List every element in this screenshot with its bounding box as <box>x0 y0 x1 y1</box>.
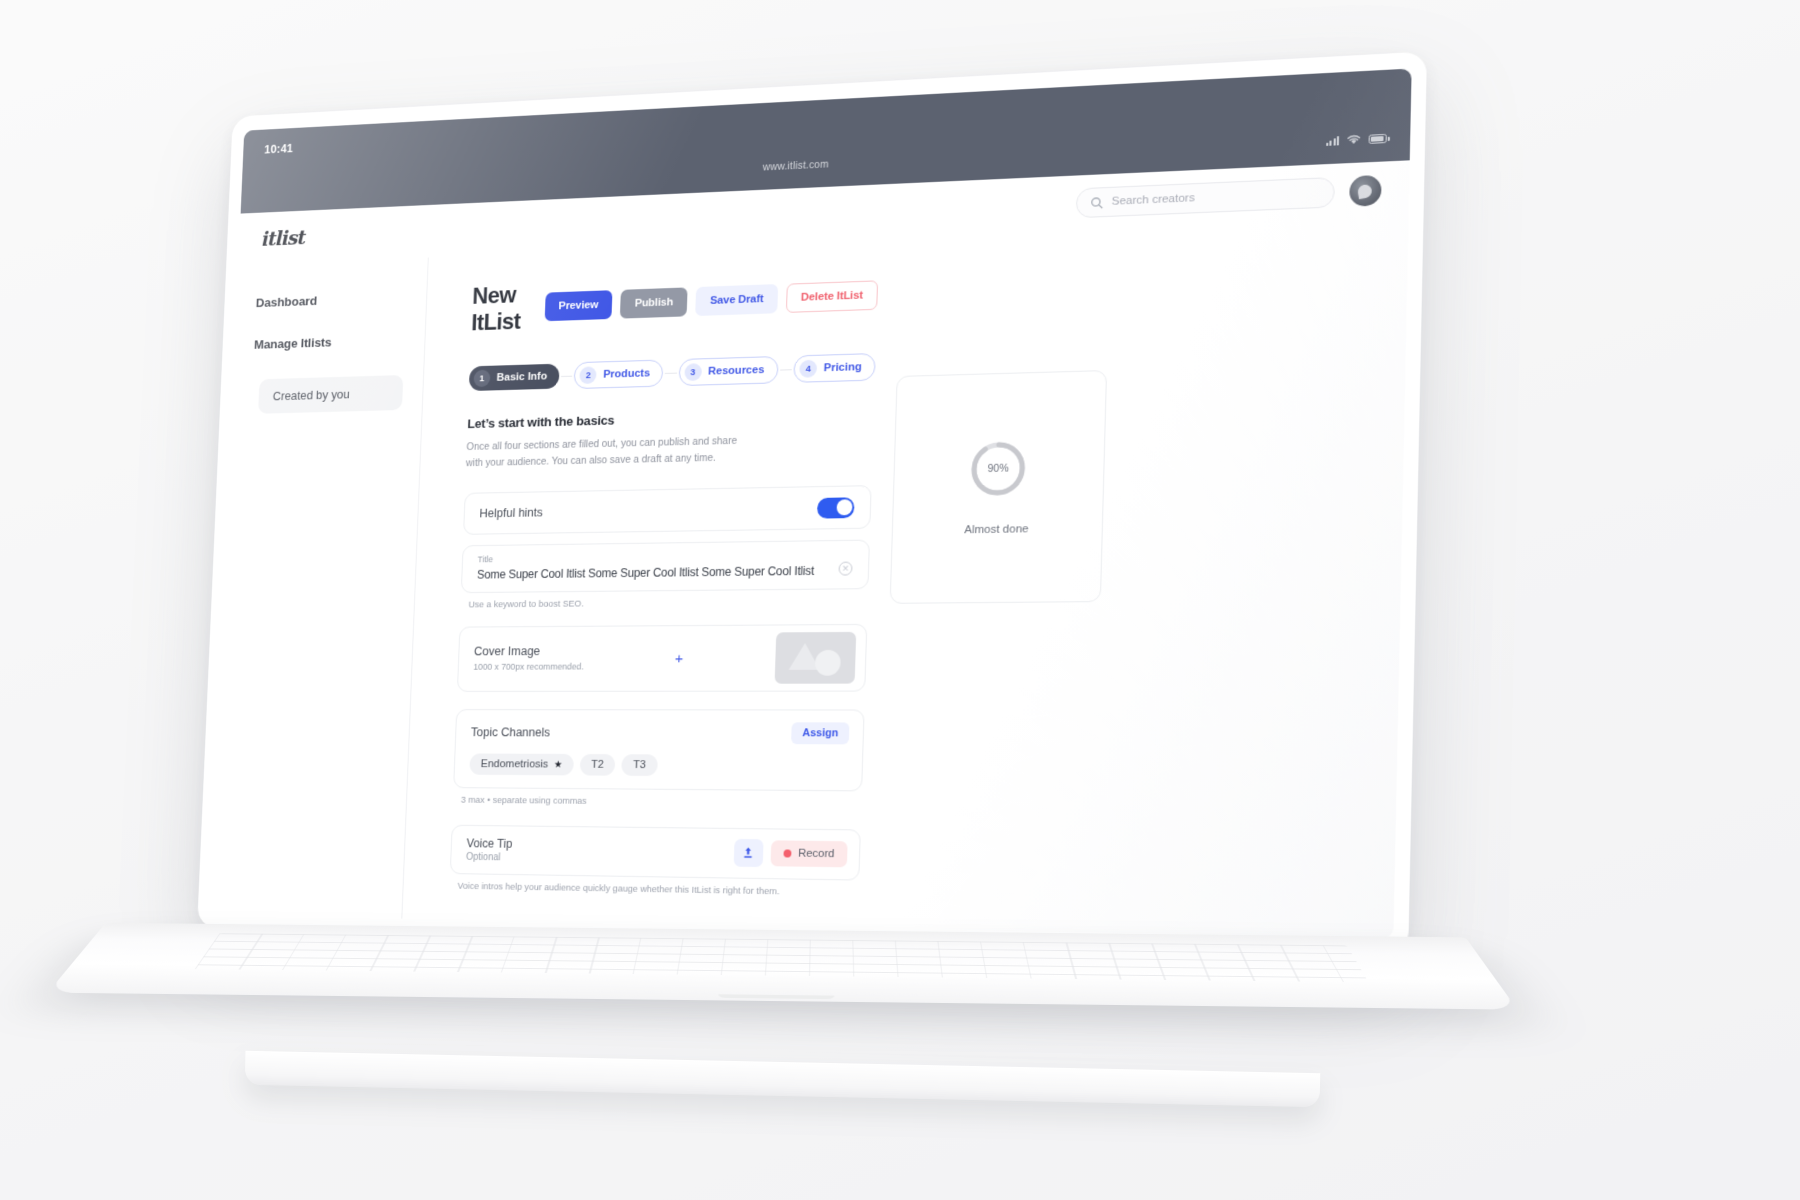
cover-image-subtitle: 1000 x 700px recommended. <box>473 661 584 672</box>
url-text: www.itlist.com <box>762 158 829 174</box>
progress-panel: 90% Almost done <box>889 369 1108 604</box>
topic-tag-label: T2 <box>591 758 605 771</box>
topic-channels-header: Topic Channels Assign <box>471 722 850 745</box>
topic-channels-helper: 3 max • separate using commas <box>460 794 587 807</box>
delete-itlist-button[interactable]: Delete ItList <box>785 280 879 313</box>
step-number: 1 <box>473 369 491 388</box>
app-logo[interactable]: itlist <box>262 225 306 250</box>
signal-bars-icon <box>1325 135 1340 146</box>
step-number: 3 <box>684 363 702 382</box>
avatar[interactable] <box>1349 174 1382 207</box>
main-right-column: 90% Almost done <box>880 260 1110 933</box>
record-button[interactable]: Record <box>770 840 848 868</box>
assign-button[interactable]: Assign <box>791 722 850 745</box>
progress-percent: 90% <box>987 462 1009 475</box>
search-icon <box>1090 196 1104 210</box>
star-icon: ★ <box>553 759 563 770</box>
step-label: Basic Info <box>496 370 548 384</box>
progress-stepper: 1 Basic Info 2 Products 3 Resources 4 Pr… <box>468 353 876 392</box>
clear-circle-icon[interactable]: ✕ <box>838 561 853 576</box>
topic-tag[interactable]: T2 <box>579 754 616 776</box>
topic-tag[interactable]: Endometriosis ★ <box>469 753 574 776</box>
helpful-hints-label: Helpful hints <box>479 505 544 521</box>
laptop-mockup: 10:41 www.itlist.com itlist Search creat… <box>197 51 1427 954</box>
sidebar-item-created-by-you[interactable]: Created by you <box>258 375 404 414</box>
laptop-keyboard-deck <box>47 922 1518 1010</box>
title-field-helper: Use a keyword to boost SEO. <box>468 598 585 611</box>
voice-tip-helper: Voice intros help your audience quickly … <box>457 880 780 898</box>
wifi-icon <box>1346 134 1361 144</box>
system-icons <box>1325 133 1387 146</box>
upload-arrow-icon <box>744 847 753 858</box>
topic-channels-title: Topic Channels <box>470 725 551 740</box>
helpful-hints-toggle[interactable] <box>816 496 855 519</box>
preview-button[interactable]: Preview <box>544 290 613 322</box>
section-title: Let’s start with the basics <box>467 412 615 431</box>
progress-ring: 90% <box>968 439 1028 498</box>
page-header: New ItList Preview Publish Save Draft De… <box>471 269 879 337</box>
topic-tag-label: Endometriosis <box>480 758 549 771</box>
step-basic-info[interactable]: 1 Basic Info <box>468 363 560 392</box>
trackpad-notch <box>717 994 835 1000</box>
topic-channels-card: Topic Channels Assign Endometriosis ★ T2… <box>453 709 865 792</box>
voice-tip-text: Voice Tip Optional <box>466 836 513 863</box>
status-clock: 10:41 <box>263 141 294 157</box>
upload-icon[interactable] <box>733 838 764 868</box>
voice-tip-subtitle: Optional <box>465 851 501 863</box>
voice-tip-actions: Record <box>733 838 848 868</box>
step-number: 4 <box>799 359 818 378</box>
voice-tip-card: Voice Tip Optional Record <box>449 824 861 881</box>
search-input[interactable]: Search creators <box>1075 176 1335 219</box>
step-number: 2 <box>579 366 598 385</box>
record-dot-icon <box>783 849 792 858</box>
laptop-screen: 10:41 www.itlist.com itlist Search creat… <box>209 68 1412 939</box>
voice-tip-title: Voice Tip <box>466 836 513 851</box>
laptop-lid: 10:41 www.itlist.com itlist Search creat… <box>197 51 1427 954</box>
topic-tag[interactable]: T3 <box>621 754 658 776</box>
sidebar: Dashboard Manage Itlists Created by you <box>209 257 429 919</box>
step-connector <box>779 368 792 371</box>
step-label: Products <box>603 367 651 381</box>
main-content: New ItList Preview Publish Save Draft De… <box>402 218 1408 939</box>
save-draft-button[interactable]: Save Draft <box>695 284 779 317</box>
step-products[interactable]: 2 Products <box>573 359 664 390</box>
search-placeholder: Search creators <box>1111 192 1195 208</box>
record-label: Record <box>797 847 835 861</box>
topic-tags: Endometriosis ★ T2 T3 <box>469 753 848 777</box>
cover-image-text: Cover Image 1000 x 700px recommended. <box>473 644 584 674</box>
main-left-column: New ItList Preview Publish Save Draft De… <box>448 269 879 928</box>
step-connector <box>560 375 573 377</box>
title-field[interactable]: Title Some Super Cool Itlist Some Super … <box>460 539 870 594</box>
plus-icon[interactable]: + <box>674 650 683 667</box>
keyboard-keys <box>195 933 1369 983</box>
battery-icon <box>1368 133 1387 144</box>
app-bar-right: Search creators <box>1075 174 1382 219</box>
publish-button[interactable]: Publish <box>620 287 688 319</box>
app-body: Dashboard Manage Itlists Created by you … <box>209 217 1409 939</box>
header-action-buttons: Preview Publish Save Draft Delete ItList <box>544 269 879 322</box>
topic-tag-label: T3 <box>632 759 647 772</box>
step-connector <box>665 372 677 374</box>
title-field-label: Title <box>477 554 494 565</box>
progress-status: Almost done <box>964 523 1029 537</box>
step-pricing[interactable]: 4 Pricing <box>793 353 876 383</box>
cover-image-title: Cover Image <box>473 644 541 659</box>
section-description: Once all four sections are filled out, y… <box>465 435 738 470</box>
sidebar-item-manage-itlists[interactable]: Manage Itlists <box>254 333 405 352</box>
scene: 10:41 www.itlist.com itlist Search creat… <box>0 0 1800 1200</box>
helpful-hints-row: Helpful hints <box>463 485 872 535</box>
cover-image-card[interactable]: Cover Image 1000 x 700px recommended. + <box>456 623 868 692</box>
step-label: Resources <box>707 364 765 378</box>
page-title: New ItList <box>470 282 521 337</box>
step-label: Pricing <box>823 361 862 375</box>
laptop-base-front <box>244 1050 1321 1108</box>
sidebar-item-dashboard[interactable]: Dashboard <box>256 290 407 310</box>
step-resources[interactable]: 3 Resources <box>678 355 779 387</box>
image-placeholder[interactable] <box>774 631 857 684</box>
circle-shape-icon <box>814 649 841 676</box>
title-field-value[interactable]: Some Super Cool Itlist Some Super Cool I… <box>477 564 839 581</box>
title-field-inner: Title Some Super Cool Itlist Some Super … <box>477 550 839 581</box>
